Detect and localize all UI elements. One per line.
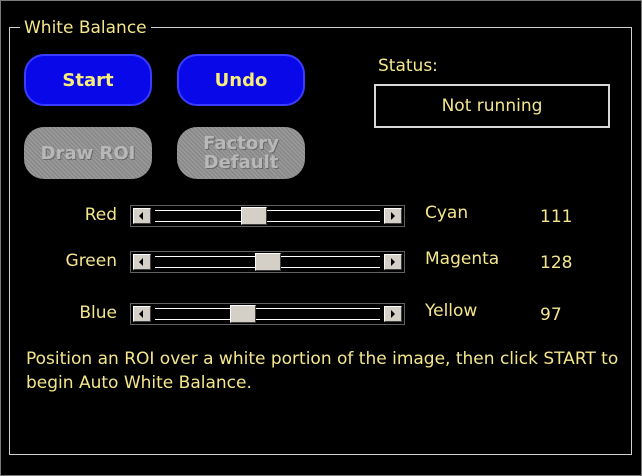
slider-label-green: Green xyxy=(65,251,117,271)
status-value: Not running xyxy=(441,96,543,116)
status-display: Not running xyxy=(374,84,610,128)
factory-default-line1: Factory xyxy=(203,133,279,154)
factory-default-button[interactable]: Factory Default xyxy=(177,127,305,179)
slider-track[interactable] xyxy=(155,308,380,320)
scroll-right-icon[interactable] xyxy=(384,254,402,270)
slider-track[interactable] xyxy=(155,210,380,222)
green-magenta-slider[interactable] xyxy=(130,251,405,273)
slider-label-cyan: Cyan xyxy=(425,203,469,223)
scroll-left-icon[interactable] xyxy=(133,208,151,224)
status-label: Status: xyxy=(378,56,438,76)
undo-button[interactable]: Undo xyxy=(177,54,305,106)
slider-value-red: 111 xyxy=(540,207,573,227)
slider-row-blue: Blue Yellow 97 xyxy=(0,301,642,327)
factory-default-line2: Default xyxy=(203,152,279,173)
slider-thumb[interactable] xyxy=(230,305,256,323)
slider-label-red: Red xyxy=(84,205,117,225)
blue-yellow-slider[interactable] xyxy=(130,303,405,325)
slider-label-magenta: Magenta xyxy=(425,249,500,269)
slider-value-green: 128 xyxy=(540,253,573,273)
scroll-right-icon[interactable] xyxy=(384,306,402,322)
slider-value-blue: 97 xyxy=(540,305,562,325)
slider-row-green: Green Magenta 128 xyxy=(0,249,642,275)
slider-label-blue: Blue xyxy=(79,303,117,323)
scroll-left-icon[interactable] xyxy=(133,306,151,322)
slider-label-yellow: Yellow xyxy=(425,301,478,321)
red-cyan-slider[interactable] xyxy=(130,205,405,227)
factory-default-label: Factory Default xyxy=(203,134,279,172)
instructions-text: Position an ROI over a white portion of … xyxy=(26,349,619,393)
group-title: White Balance xyxy=(20,18,151,38)
slider-row-red: Red Cyan 111 xyxy=(0,203,642,229)
scroll-right-icon[interactable] xyxy=(384,208,402,224)
draw-roi-button[interactable]: Draw ROI xyxy=(24,127,152,179)
slider-thumb[interactable] xyxy=(255,253,281,271)
start-button[interactable]: Start xyxy=(24,54,152,106)
slider-thumb[interactable] xyxy=(241,207,267,225)
scroll-left-icon[interactable] xyxy=(133,254,151,270)
